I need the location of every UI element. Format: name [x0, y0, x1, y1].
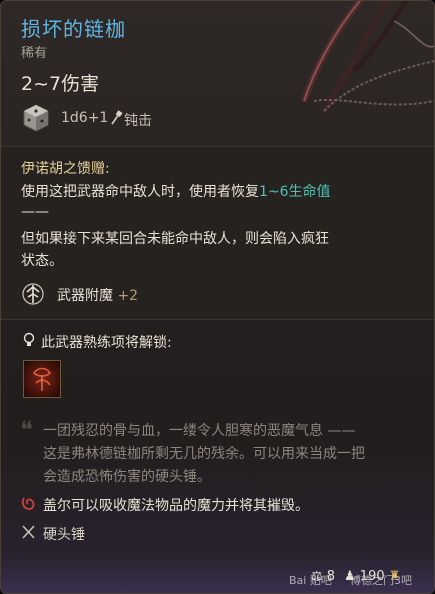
- proficiency-type: 硬头锤: [43, 527, 85, 543]
- lore-line-1: 一团残忍的骨与血，一缕令人胆寒的恶魔气息 ——: [43, 423, 356, 439]
- magic-absorb-icon: [21, 497, 35, 510]
- gift-line-4: 状态。: [21, 253, 63, 269]
- weight-value: ⚖ 8: [311, 569, 336, 584]
- item-rarity: 稀有: [21, 46, 48, 61]
- lore-line-2: 这是弗林德链枷所剩无几的残余。可以用来当成一把: [43, 446, 365, 462]
- item-tooltip: 损坏的链枷 稀有 2~7伤害 1d6+1 钝击 伊诺胡之馈赠: 使用这把武器命中…: [0, 0, 435, 594]
- quote-icon: ❝: [20, 416, 33, 444]
- dice-icon: [23, 104, 49, 132]
- heal-amount: 1~6生命值: [259, 184, 331, 200]
- damage-dice: 1d6+1: [61, 110, 109, 126]
- gift-line-2: ——: [21, 204, 49, 220]
- flail-item-image: [300, 1, 434, 113]
- bleed-skill-icon[interactable]: [23, 360, 61, 398]
- item-name: 损坏的链枷: [21, 17, 126, 41]
- damage-range: 2~7伤害: [21, 73, 100, 95]
- proficiency-unlock-label: 此武器熟练项将解锁:: [41, 335, 172, 351]
- lore-line-3: 会造成恐怖伤害的硬头锤。: [43, 469, 211, 485]
- bludgeon-icon: [111, 110, 123, 125]
- enchantment-value: +2: [117, 288, 139, 304]
- magic-absorb-property: 盖尔可以吸收魔法物品的魔力并将其摧毁。: [43, 498, 309, 514]
- gift-title: 伊诺胡之馈赠:: [21, 161, 110, 177]
- weight-icon: ⚖: [311, 569, 323, 584]
- damage-type: 钝击: [124, 113, 152, 129]
- lightbulb-icon: [23, 332, 35, 346]
- crossed-weapons-icon: [22, 525, 35, 539]
- enchantment-label: 武器附魔 +2: [57, 288, 139, 304]
- enchantment-icon: [22, 283, 44, 305]
- gift-line-3: 但如果接下来某回合未能命中敌人，则会陷入疯狂: [21, 231, 329, 247]
- watermark-right: 博德之门3吧: [350, 574, 412, 587]
- gift-line-1: 使用这把武器命中敌人时，使用者恢复1~6生命值: [21, 184, 331, 200]
